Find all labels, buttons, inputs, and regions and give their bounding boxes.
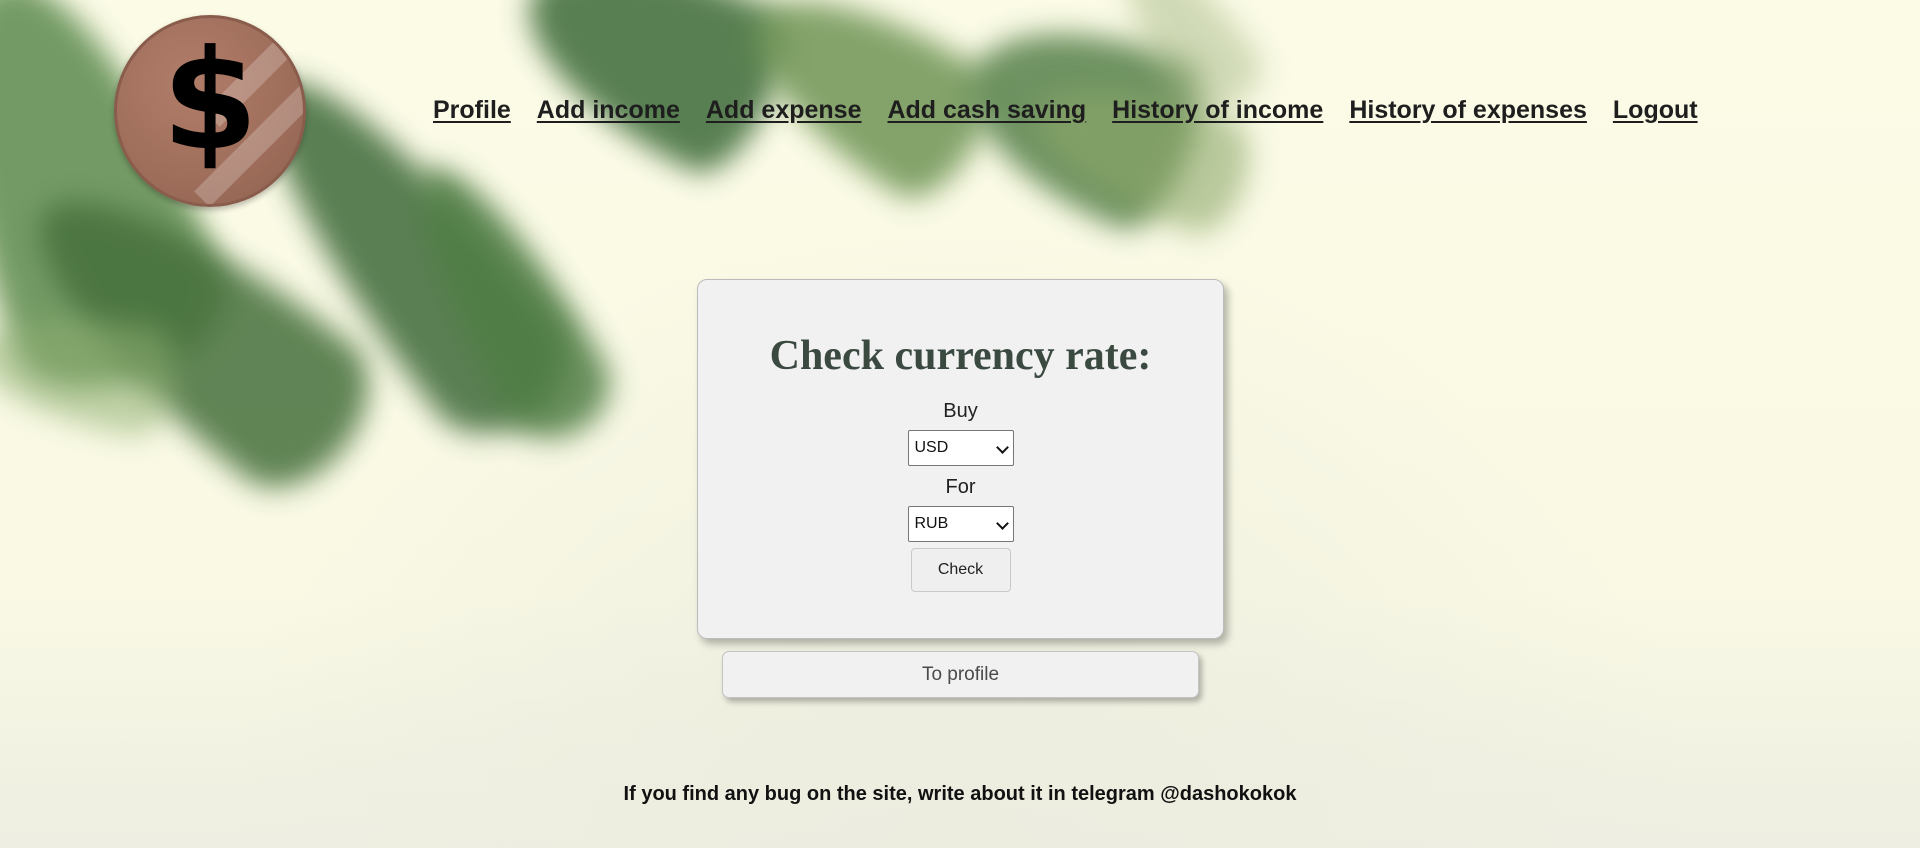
dollar-coin-icon: $ bbox=[114, 15, 306, 207]
currency-rate-card: Check currency rate: Buy USD For RUB Che… bbox=[697, 279, 1224, 639]
buy-currency-value: USD bbox=[914, 439, 949, 456]
buy-currency-select[interactable]: USD bbox=[907, 430, 1014, 466]
for-currency-select[interactable]: RUB bbox=[907, 506, 1014, 542]
top-nav: Profile Add income Add expense Add cash … bbox=[433, 96, 1698, 125]
chevron-down-icon bbox=[995, 517, 1009, 530]
nav-history-of-income-link[interactable]: History of income bbox=[1112, 96, 1323, 125]
for-currency-value: RUB bbox=[914, 515, 949, 532]
nav-add-income-link[interactable]: Add income bbox=[537, 96, 680, 125]
footer-bug-note: If you find any bug on the site, write a… bbox=[623, 783, 1297, 805]
check-button[interactable]: Check bbox=[910, 548, 1011, 592]
nav-profile-link[interactable]: Profile bbox=[433, 96, 511, 125]
nav-history-of-expenses-link[interactable]: History of expenses bbox=[1349, 96, 1587, 125]
nav-add-expense-link[interactable]: Add expense bbox=[706, 96, 862, 125]
for-label: For bbox=[945, 476, 976, 498]
to-profile-button[interactable]: To profile bbox=[722, 651, 1199, 698]
nav-add-cash-saving-link[interactable]: Add cash saving bbox=[887, 96, 1086, 125]
logo-glyph: $ bbox=[161, 20, 259, 181]
nav-logout-link[interactable]: Logout bbox=[1613, 96, 1698, 125]
buy-label: Buy bbox=[943, 400, 978, 422]
card-title: Check currency rate: bbox=[769, 333, 1152, 379]
chevron-down-icon bbox=[995, 441, 1009, 454]
